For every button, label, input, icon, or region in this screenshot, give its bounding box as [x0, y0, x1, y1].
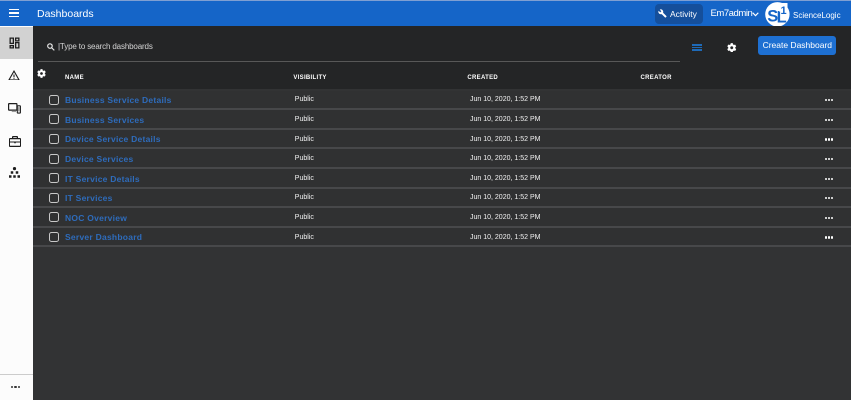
svg-text:1: 1 — [781, 5, 787, 15]
